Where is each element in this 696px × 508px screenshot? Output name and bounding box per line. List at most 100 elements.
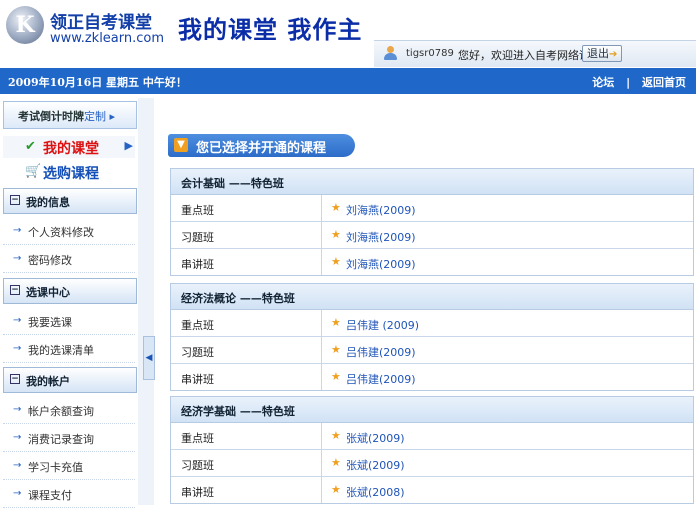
sidebar-item-card-recharge[interactable]: → 学习卡充值 xyxy=(3,453,135,480)
nav-bar: 2009年10月16日 星期五 中午好！ 论坛 | 返回首页 xyxy=(0,68,696,94)
teacher-link[interactable]: 张斌(2009) xyxy=(346,457,405,473)
class-type: 习题班 xyxy=(181,459,214,472)
sidebar-item-profile[interactable]: → 个人资料修改 xyxy=(3,218,135,245)
download-icon: ▼ xyxy=(174,138,188,152)
star-icon: ★ xyxy=(331,483,341,496)
class-type: 串讲班 xyxy=(181,486,214,499)
collapse-box-icon: − xyxy=(10,195,20,205)
collapse-box-icon: − xyxy=(10,374,20,384)
star-icon: ★ xyxy=(331,429,341,442)
course-block: 经济法概论 ——特色班 重点班 ★ 吕伟建 (2009) 习题班 ★ 吕伟建(2… xyxy=(170,283,694,391)
table-row: 习题班 ★ 张斌(2009) xyxy=(171,450,693,477)
collapse-box-icon: − xyxy=(10,285,20,295)
countdown-customize-link[interactable]: 定制 ▸ xyxy=(84,108,115,124)
teacher-link[interactable]: 吕伟建(2009) xyxy=(346,344,416,360)
class-type: 重点班 xyxy=(181,432,214,445)
table-row: 串讲班 ★ 刘海燕(2009) xyxy=(171,249,693,275)
course-title: 会计基础 ——特色班 xyxy=(171,169,693,195)
logout-button[interactable]: 退出➔ xyxy=(582,45,623,62)
section-title: 我的信息 xyxy=(26,196,70,209)
course-block: 会计基础 ——特色班 重点班 ★ 刘海燕(2009) 习题班 ★ 刘海燕(200… xyxy=(170,168,694,276)
sidebar-item-label: 我的选课清单 xyxy=(28,344,94,357)
sidebar-item-course-list[interactable]: → 我的选课清单 xyxy=(3,336,135,363)
arrow-right-icon: → xyxy=(13,225,22,236)
menu-my-classroom-label: 我的课堂 xyxy=(43,141,99,157)
class-type: 串讲班 xyxy=(181,373,214,386)
course-title: 经济法概论 ——特色班 xyxy=(171,284,693,310)
sidebar-item-spending[interactable]: → 消费记录查询 xyxy=(3,425,135,452)
sidebar-item-password[interactable]: → 密码修改 xyxy=(3,246,135,273)
section-title: 选课中心 xyxy=(26,286,70,299)
site-logo-icon[interactable]: K xyxy=(6,6,44,44)
teacher-link[interactable]: 吕伟建 (2009) xyxy=(346,317,419,333)
menu-my-classroom[interactable]: ✔ 我的课堂 ▶ xyxy=(3,136,135,158)
table-row: 重点班 ★ 张斌(2009) xyxy=(171,423,693,450)
course-block: 经济学基础 ——特色班 重点班 ★ 张斌(2009) 习题班 ★ 张斌(2009… xyxy=(170,396,694,504)
sidebar-item-label: 课程支付 xyxy=(28,489,72,502)
sidebar-item-select-course[interactable]: → 我要选课 xyxy=(3,308,135,335)
star-icon: ★ xyxy=(331,370,341,383)
menu-buy-course-label: 选购课程 xyxy=(43,166,99,182)
table-row: 串讲班 ★ 张斌(2008) xyxy=(171,477,693,503)
teacher-link[interactable]: 刘海燕(2009) xyxy=(346,202,416,218)
site-name: 领正自考课堂 xyxy=(50,13,152,33)
sidebar: 考试倒计时牌 定制 ▸ ✔ 我的课堂 ▶ 🛒 选购课程 − 我的信息 → 个人资… xyxy=(0,98,137,508)
arrow-right-icon: → xyxy=(13,253,22,264)
nav-divider: | xyxy=(626,76,631,89)
forum-link[interactable]: 论坛 xyxy=(592,76,614,89)
chevron-right-icon: ▶ xyxy=(124,139,133,152)
countdown-box: 考试倒计时牌 定制 ▸ xyxy=(3,101,137,129)
star-icon: ★ xyxy=(331,228,341,241)
class-type: 重点班 xyxy=(181,204,214,217)
username: tigsr0789 xyxy=(406,48,454,59)
class-type: 习题班 xyxy=(181,346,214,359)
sidebar-item-label: 个人资料修改 xyxy=(28,226,94,239)
teacher-link[interactable]: 张斌(2009) xyxy=(346,430,405,446)
class-type: 习题班 xyxy=(181,231,214,244)
teacher-link[interactable]: 刘海燕(2009) xyxy=(346,256,416,272)
logout-label: 退出 xyxy=(587,47,609,60)
sidebar-item-label: 帐户余额查询 xyxy=(28,405,94,418)
sidebar-item-balance[interactable]: → 帐户余额查询 xyxy=(3,397,135,424)
star-icon: ★ xyxy=(331,201,341,214)
site-url[interactable]: www.zklearn.com xyxy=(50,31,164,46)
arrow-right-icon: → xyxy=(13,488,22,499)
home-link[interactable]: 返回首页 xyxy=(642,76,686,89)
arrow-right-icon: → xyxy=(13,432,22,443)
table-row: 重点班 ★ 吕伟建 (2009) xyxy=(171,310,693,337)
chevron-left-icon: ◀ xyxy=(145,353,153,363)
class-type: 重点班 xyxy=(181,319,214,332)
collapse-sidebar-button[interactable]: ◀ xyxy=(143,336,155,380)
sidebar-divider xyxy=(138,98,154,505)
section-my-info[interactable]: − 我的信息 xyxy=(3,188,137,214)
arrow-right-icon: → xyxy=(13,315,22,326)
sidebar-item-course-payment[interactable]: → 课程支付 xyxy=(3,481,135,508)
countdown-label: 考试倒计时牌 xyxy=(18,110,84,123)
banner-label: 您已选择并开通的课程 xyxy=(196,141,327,156)
course-title: 经济学基础 ——特色班 xyxy=(171,397,693,423)
teacher-link[interactable]: 吕伟建(2009) xyxy=(346,371,416,387)
star-icon: ★ xyxy=(331,316,341,329)
section-course-center[interactable]: − 选课中心 xyxy=(3,278,137,304)
star-icon: ★ xyxy=(331,343,341,356)
user-icon xyxy=(384,46,397,60)
sidebar-item-label: 学习卡充值 xyxy=(28,461,83,474)
check-icon: ✔ xyxy=(25,139,36,154)
menu-buy-course[interactable]: 🛒 选购课程 xyxy=(3,161,135,183)
sidebar-item-label: 我要选课 xyxy=(28,316,72,329)
section-title: 我的帐户 xyxy=(26,375,70,388)
sidebar-item-label: 密码修改 xyxy=(28,254,72,267)
star-icon: ★ xyxy=(331,255,341,268)
section-my-account[interactable]: − 我的帐户 xyxy=(3,367,137,393)
cart-icon: 🛒 xyxy=(25,164,42,179)
selected-courses-banner: ▼ 您已选择并开通的课程 xyxy=(168,134,355,157)
teacher-link[interactable]: 张斌(2008) xyxy=(346,484,405,500)
arrow-right-icon: → xyxy=(13,343,22,354)
teacher-link[interactable]: 刘海燕(2009) xyxy=(346,229,416,245)
class-type: 串讲班 xyxy=(181,258,214,271)
star-icon: ★ xyxy=(331,456,341,469)
site-header: K 领正自考课堂 www.zklearn.com 我的课堂 我作主 tigsr0… xyxy=(0,0,696,68)
user-bar: tigsr0789 您好，欢迎进入自考网络课堂！ 退出➔ xyxy=(374,40,696,67)
arrow-right-icon: → xyxy=(13,404,22,415)
table-row: 习题班 ★ 刘海燕(2009) xyxy=(171,222,693,249)
